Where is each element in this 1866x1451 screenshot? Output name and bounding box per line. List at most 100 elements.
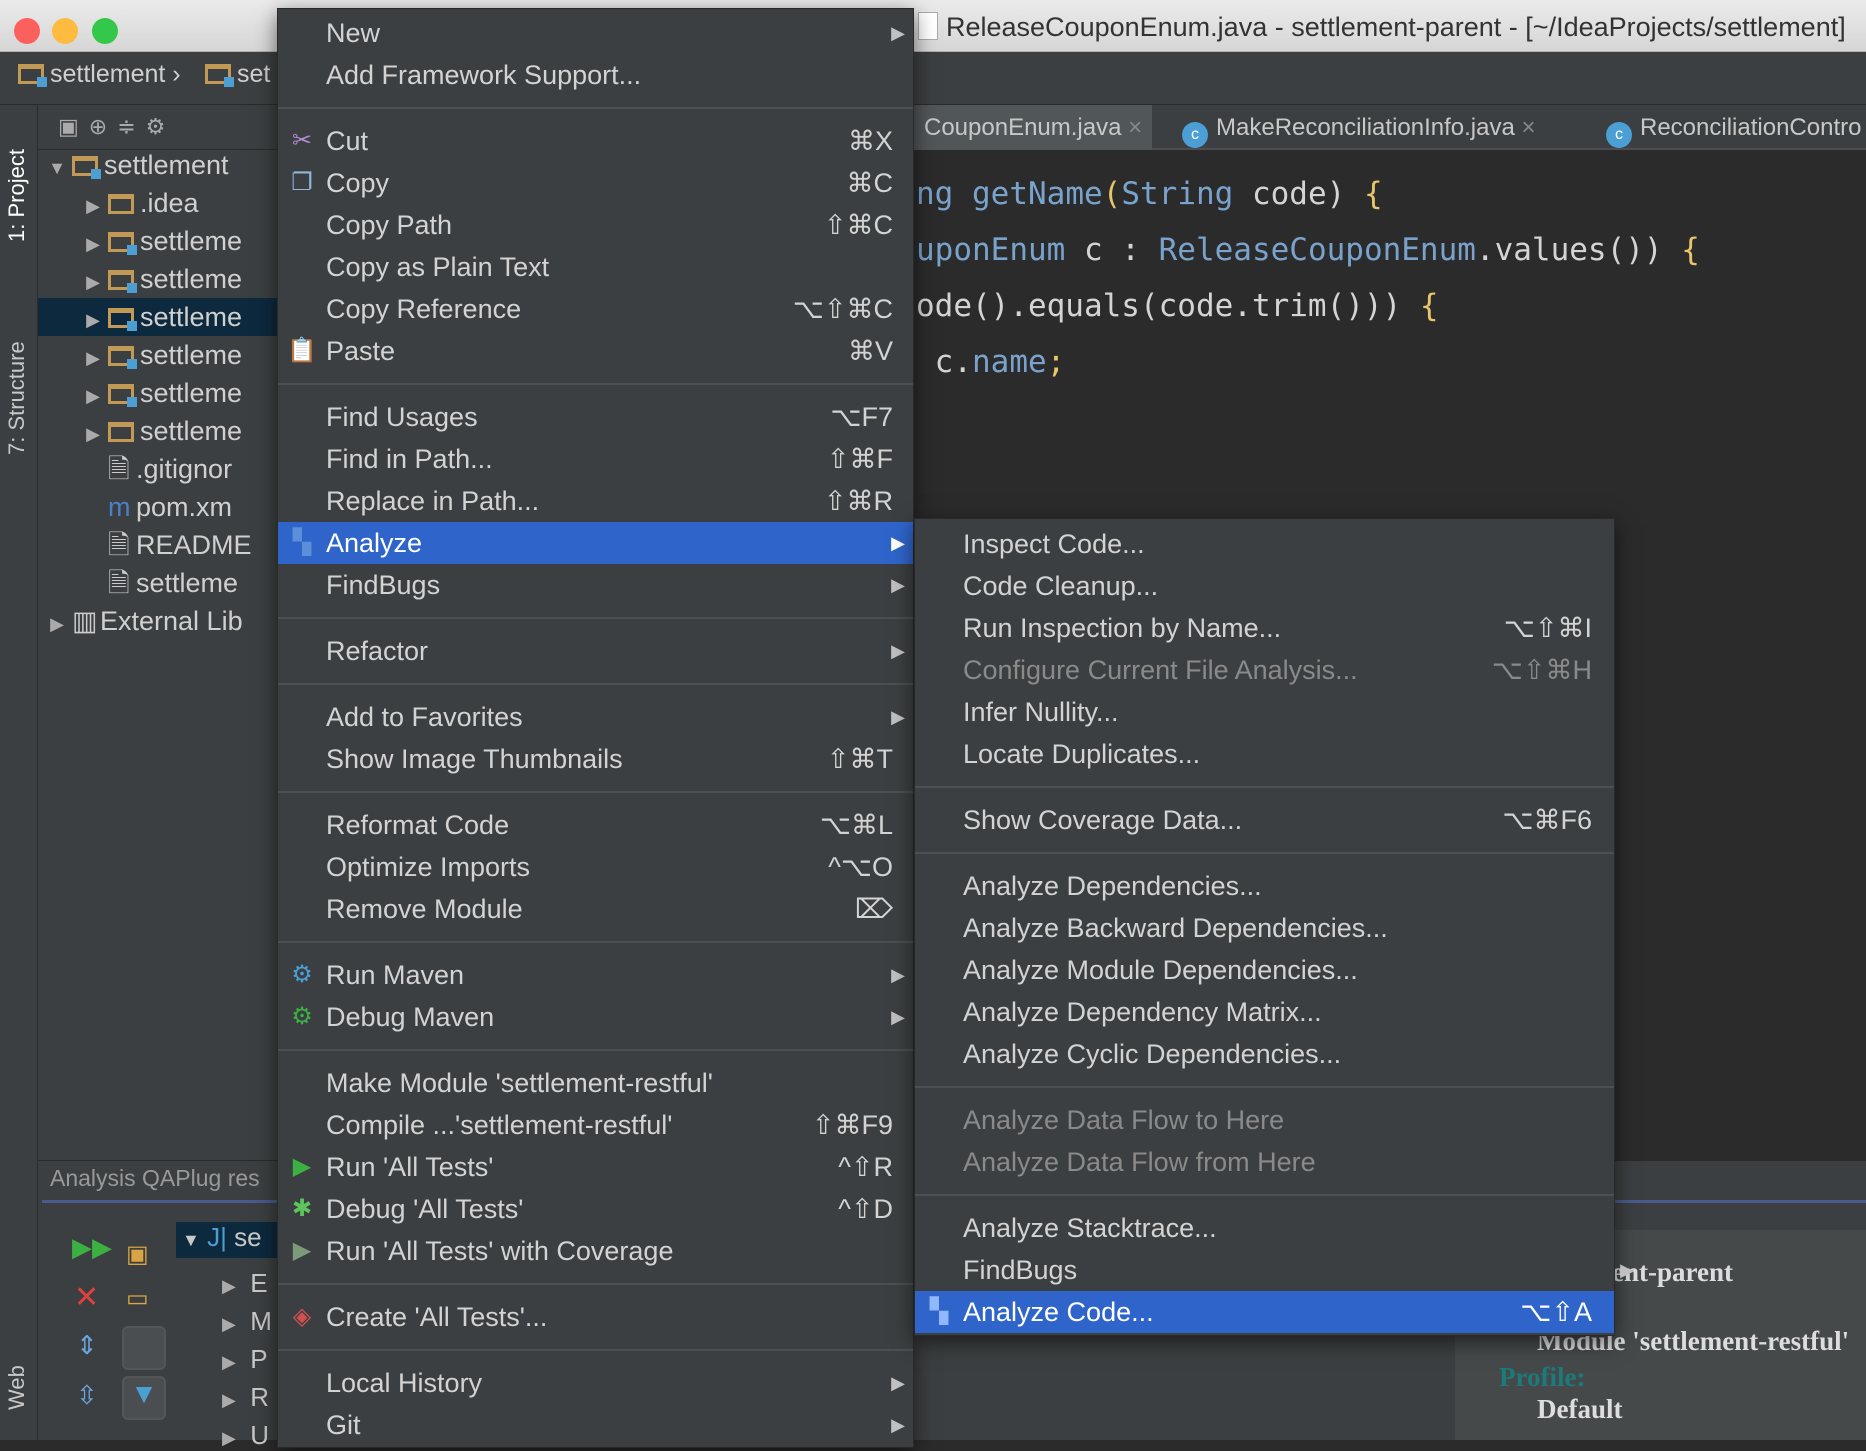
menu-item-run-all-tests-with-coverage[interactable]: ▶ Run 'All Tests' with Coverage [278,1230,913,1272]
tab-coupon-enum[interactable]: CouponEnum.java × [914,105,1153,150]
menu-item-copy-path[interactable]: Copy Path ⇧⌘C [278,204,913,246]
menu-item-optimize-imports[interactable]: Optimize Imports ^⌥O [278,846,913,888]
expand-arrow-icon[interactable]: ▶ [222,1276,236,1296]
expand-arrow-icon[interactable]: ▼ [42,149,72,184]
menu-item-paste[interactable]: 📋 Paste ⌘V [278,330,913,372]
tool-tab-structure[interactable]: 7: Structure [4,341,30,455]
expand-arrow-icon[interactable]: ▶ [78,301,108,336]
tool-tab-web[interactable]: Web [4,1365,30,1410]
menu-item-show-image-thumbnails[interactable]: Show Image Thumbnails ⇧⌘T [278,738,913,780]
tree-item[interactable]: 🗎 .gitignor [38,450,278,488]
results-item[interactable]: ▶ M [222,1306,272,1337]
expand-arrow-icon[interactable]: ▶ [42,605,72,640]
expand-arrow-icon[interactable]: ▶ [222,1352,236,1372]
expand-arrow-icon[interactable]: ▶ [222,1390,236,1410]
tree-item[interactable]: 🗎 README [38,526,278,564]
menu-item-inspect-code[interactable]: Inspect Code... [915,523,1614,565]
tool-tab-project[interactable]: 1: Project [4,149,30,242]
breadcrumb-item[interactable]: settlement › [18,60,181,89]
menu-item-analyze-code[interactable]: ▚ Analyze Code... ⌥⇧A [915,1291,1614,1333]
menu-item-copy-as-plain-text[interactable]: Copy as Plain Text [278,246,913,288]
tree-item[interactable]: ▶ .idea [38,184,278,222]
results-item[interactable]: ▶ U [222,1420,269,1451]
close-icon[interactable]: × [1128,114,1142,141]
expand-all-icon[interactable]: ⇕ [76,1330,98,1361]
menu-item-analyze-cyclic-dependencies[interactable]: Analyze Cyclic Dependencies... [915,1033,1614,1075]
menu-item-run-inspection-by-name[interactable]: Run Inspection by Name... ⌥⇧⌘I [915,607,1614,649]
menu-item-analyze-dependencies[interactable]: Analyze Dependencies... [915,865,1614,907]
tree-item[interactable]: ▶ settleme [38,222,278,260]
menu-item-debug-maven[interactable]: ⚙ Debug Maven ▶ [278,996,913,1038]
menu-item-replace-in-path[interactable]: Replace in Path... ⇧⌘R [278,480,913,522]
menu-item-copy-reference[interactable]: Copy Reference ⌥⇧⌘C [278,288,913,330]
zoom-window-button[interactable] [92,18,118,44]
tab-reconciliation-controller[interactable]: c ReconciliationContro [1596,105,1866,150]
results-root[interactable]: ▼ J| se [176,1222,278,1258]
expand-arrow-icon[interactable]: ▶ [222,1314,236,1334]
filter-icon[interactable]: ▼ [122,1376,166,1420]
menu-item-add-framework-support[interactable]: Add Framework Support... [278,54,913,96]
results-item[interactable]: ▶ R [222,1382,269,1413]
gear-icon[interactable]: ⚙ [146,114,176,139]
menu-item-run-all-tests[interactable]: ▶ Run 'All Tests' ^⇧R [278,1146,913,1188]
expand-arrow-icon[interactable]: ▶ [78,187,108,222]
menu-item-local-history[interactable]: Local History ▶ [278,1362,913,1404]
expand-arrow-icon[interactable]: ▶ [78,263,108,298]
menu-item-refactor[interactable]: Refactor ▶ [278,630,913,672]
toggle-icon[interactable] [122,1326,166,1370]
menu-item-analyze-stacktrace[interactable]: Analyze Stacktrace... [915,1207,1614,1249]
menu-item-infer-nullity[interactable]: Infer Nullity... [915,691,1614,733]
tree-item[interactable]: m pom.xm [38,488,278,526]
menu-item-show-coverage-data[interactable]: Show Coverage Data... ⌥⌘F6 [915,799,1614,841]
expand-arrow-icon[interactable]: ▶ [222,1428,236,1448]
menu-item-locate-duplicates[interactable]: Locate Duplicates... [915,733,1614,775]
menu-item-compile-settlement-restful[interactable]: Compile ...'settlement-restful' ⇧⌘F9 [278,1104,913,1146]
menu-item-make-module-settlement-restful[interactable]: Make Module 'settlement-restful' [278,1062,913,1104]
collapse-icon[interactable]: ≑ [117,114,145,139]
menu-item-copy[interactable]: ❐ Copy ⌘C [278,162,913,204]
menu-item-analyze-dependency-matrix[interactable]: Analyze Dependency Matrix... [915,991,1614,1033]
expand-arrow-icon[interactable]: ▶ [78,377,108,412]
rerun-icon[interactable]: ▶▶ [72,1232,112,1263]
close-icon[interactable]: ✕ [74,1280,99,1315]
tree-item[interactable]: ▶ settleme [38,298,278,336]
menu-item-run-maven[interactable]: ⚙ Run Maven ▶ [278,954,913,996]
menu-item-findbugs[interactable]: FindBugs ▶ [915,1249,1634,1291]
menu-item-new[interactable]: New ▶ [278,12,913,54]
tree-item[interactable]: ▶ settleme [38,336,278,374]
menu-item-code-cleanup[interactable]: Code Cleanup... [915,565,1614,607]
menu-item-add-to-favorites[interactable]: Add to Favorites ▶ [278,696,913,738]
menu-item-debug-all-tests[interactable]: ✱ Debug 'All Tests' ^⇧D [278,1188,913,1230]
menu-item-create-all-tests[interactable]: ◈ Create 'All Tests'... [278,1296,913,1338]
menu-item-reformat-code[interactable]: Reformat Code ⌥⌘L [278,804,913,846]
expand-arrow-icon[interactable]: ▶ [78,415,108,450]
tree-item[interactable]: ▶ settleme [38,260,278,298]
tree-item[interactable]: ▶ settleme [38,412,278,450]
expand-arrow-icon[interactable]: ▶ [78,225,108,260]
menu-item-find-in-path[interactable]: Find in Path... ⇧⌘F [278,438,913,480]
menu-item-analyze-backward-dependencies[interactable]: Analyze Backward Dependencies... [915,907,1614,949]
view-icon[interactable]: ▣ [58,114,89,139]
results-item[interactable]: ▶ E [222,1268,268,1299]
tree-item[interactable]: ▶ settleme [38,374,278,412]
menu-item-find-usages[interactable]: Find Usages ⌥F7 [278,396,913,438]
tree-item[interactable]: 🗎 settleme [38,564,278,602]
results-item[interactable]: ▶ P [222,1344,268,1375]
bottom-tabs[interactable]: Analysis QAPlug res [50,1165,260,1192]
collapse-all-icon[interactable]: ⇳ [76,1380,98,1411]
locate-icon[interactable]: ⊕ [89,114,117,139]
tab-make-reconciliation-info[interactable]: c MakeReconciliationInfo.java × [1172,105,1546,150]
close-icon[interactable]: × [1522,114,1536,141]
menu-item-findbugs[interactable]: FindBugs ▶ [278,564,913,606]
menu-item-cut[interactable]: ✂ Cut ⌘X [278,120,913,162]
tree-item[interactable]: ▼ settlement [38,146,278,184]
menu-item-analyze[interactable]: ▚ Analyze ▶ [278,522,913,564]
menu-item-analyze-module-dependencies[interactable]: Analyze Module Dependencies... [915,949,1614,991]
minimize-window-button[interactable] [52,18,78,44]
breadcrumb-item[interactable]: set [205,60,270,89]
menu-item-remove-module[interactable]: Remove Module ⌦ [278,888,913,930]
folder-icon[interactable]: ▭ [126,1284,149,1313]
tree-item[interactable]: ▶ ▥External Lib [38,602,278,640]
close-window-button[interactable] [14,18,40,44]
expand-arrow-icon[interactable]: ▶ [78,339,108,374]
